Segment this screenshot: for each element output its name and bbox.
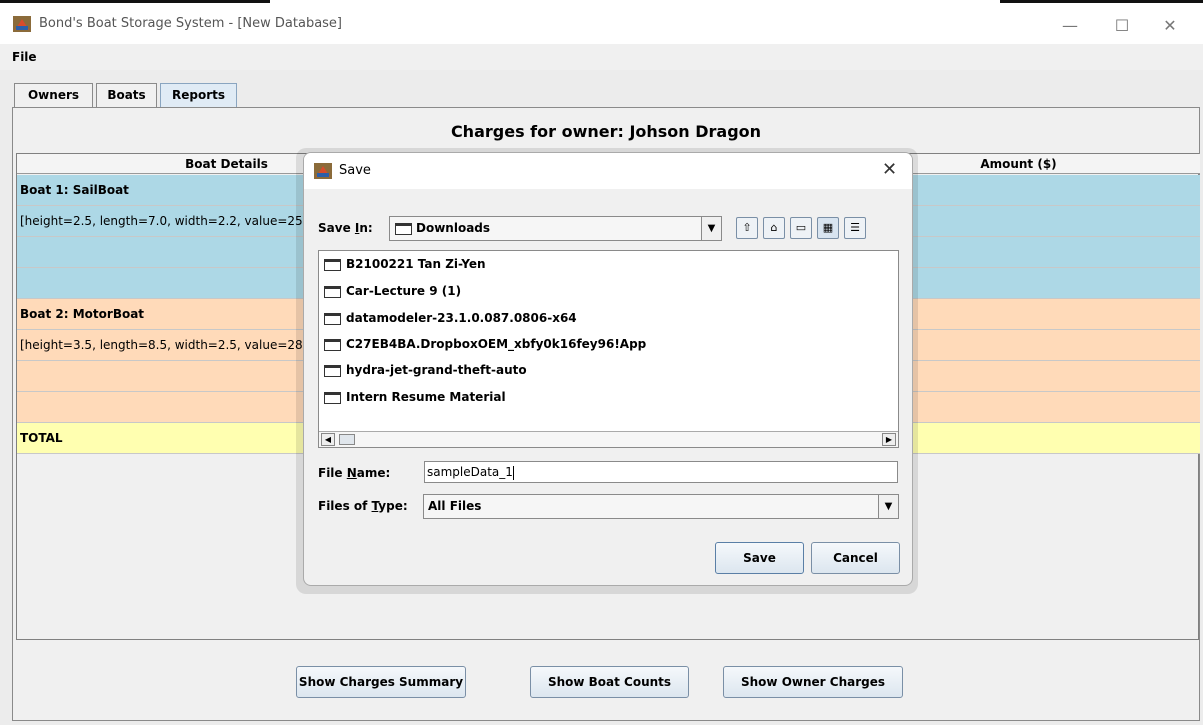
details-view-icon[interactable]: ☰ (844, 217, 866, 239)
list-item[interactable]: datamodeler-23.1.0.087.0806-x64 (324, 307, 577, 329)
window-title: Bond's Boat Storage System - [New Databa… (39, 16, 342, 31)
file-name: datamodeler-23.1.0.087.0806-x64 (346, 311, 577, 325)
folder-icon (395, 223, 412, 235)
close-window-button[interactable]: ✕ (1147, 12, 1193, 40)
list-item[interactable]: hydra-jet-grand-theft-auto (324, 359, 527, 381)
scroll-thumb[interactable] (339, 434, 355, 445)
chevron-down-icon[interactable]: ▼ (701, 217, 721, 240)
folder-icon (324, 338, 341, 351)
report-title: Charges for owner: Johson Dragon (450, 122, 762, 141)
cancel-button[interactable]: Cancel (811, 542, 900, 574)
save-in-value: Downloads (416, 221, 491, 235)
file-name-field[interactable]: sampleData_1 (424, 461, 898, 483)
list-item[interactable]: B2100221 Tan Zi-Yen (324, 253, 486, 275)
horizontal-scrollbar[interactable]: ◀ ▶ (319, 431, 898, 447)
file-name: C27EB4BA.DropboxOEM_xbfy0k16fey96!App (346, 337, 647, 351)
up-one-level-icon[interactable]: ⇧ (736, 217, 758, 239)
new-folder-icon[interactable]: ▭ (790, 217, 812, 239)
menu-file[interactable]: File (12, 50, 37, 64)
file-name: B2100221 Tan Zi-Yen (346, 257, 486, 271)
tab-boats[interactable]: Boats (96, 83, 157, 107)
file-name-label: File Name: (318, 466, 391, 480)
close-dialog-button[interactable]: ✕ (882, 159, 897, 180)
folder-icon (324, 364, 341, 377)
file-list: B2100221 Tan Zi-Yen Car-Lecture 9 (1) da… (318, 250, 899, 448)
folder-icon (324, 312, 341, 325)
menu-bar: File (0, 44, 1203, 70)
save-button[interactable]: Save (715, 542, 804, 574)
list-item[interactable]: Intern Resume Material (324, 386, 506, 408)
text-caret (512, 465, 514, 480)
scroll-left-icon[interactable]: ◀ (321, 433, 335, 446)
files-of-type-value: All Files (428, 499, 482, 513)
save-in-label: Save In: (318, 221, 373, 235)
folder-icon (324, 258, 341, 271)
scroll-right-icon[interactable]: ▶ (882, 433, 896, 446)
dialog-title: Save (339, 163, 371, 178)
folder-icon (324, 391, 341, 404)
top-strip-segment (1000, 0, 1203, 3)
list-item[interactable]: C27EB4BA.DropboxOEM_xbfy0k16fey96!App (324, 333, 646, 355)
maximize-button[interactable]: ☐ (1099, 12, 1145, 40)
java-app-icon (314, 163, 332, 179)
minimize-button[interactable]: — (1047, 12, 1093, 40)
files-of-type-combo[interactable]: All Files ▼ (423, 494, 899, 519)
list-view-icon[interactable]: ▦ (817, 217, 839, 239)
file-name-value: sampleData_1 (427, 465, 513, 479)
top-strip-segment (0, 0, 270, 3)
file-name: Intern Resume Material (346, 390, 506, 404)
folder-icon (324, 285, 341, 298)
tab-owners[interactable]: Owners (14, 83, 93, 107)
tab-reports[interactable]: Reports (160, 83, 237, 108)
file-name: hydra-jet-grand-theft-auto (346, 363, 527, 377)
show-owner-charges-button[interactable]: Show Owner Charges (723, 666, 903, 698)
window-title-bar: Bond's Boat Storage System - [New Databa… (0, 4, 1203, 44)
files-of-type-label: Files of Type: (318, 499, 408, 513)
show-boat-counts-button[interactable]: Show Boat Counts (530, 666, 689, 698)
save-dialog: Save ✕ Save In: Downloads ▼ ⇧ ⌂ ▭ ▦ ☰ B2… (303, 152, 913, 586)
chevron-down-icon[interactable]: ▼ (878, 495, 898, 518)
save-in-combo[interactable]: Downloads ▼ (389, 216, 722, 241)
file-name: Car-Lecture 9 (1) (346, 284, 462, 298)
list-item[interactable]: Car-Lecture 9 (1) (324, 280, 461, 302)
java-app-icon (13, 16, 31, 32)
dialog-title-bar: Save ✕ (304, 153, 912, 189)
home-icon[interactable]: ⌂ (763, 217, 785, 239)
show-charges-summary-button[interactable]: Show Charges Summary (296, 666, 466, 698)
